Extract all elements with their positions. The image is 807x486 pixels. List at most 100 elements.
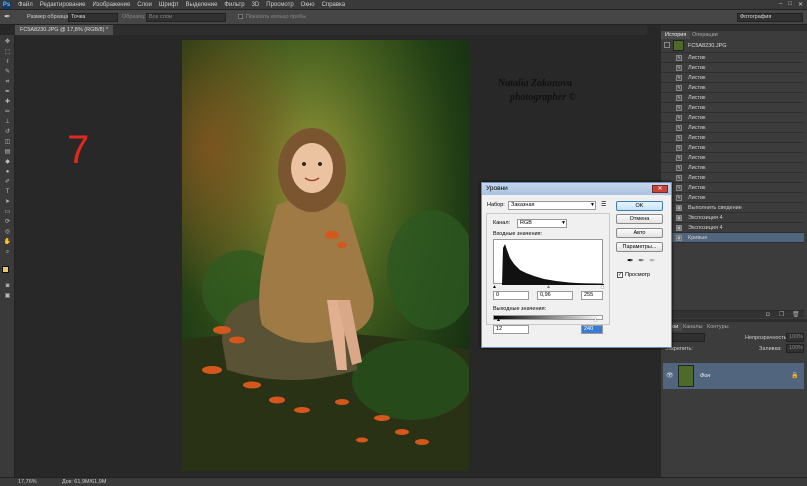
history-item[interactable]: ▦ Экспозиция 4 <box>661 223 804 233</box>
workspace-select[interactable]: Фотография <box>737 13 803 22</box>
zoom-level[interactable]: 17,76% <box>18 478 37 486</box>
preset-select[interactable]: Заказная <box>508 201 596 210</box>
layer-row-background[interactable]: 👁 Фон 🔒 <box>663 363 804 389</box>
zoom-tool-icon[interactable]: ⌕ <box>3 249 12 256</box>
history-item-active[interactable]: ▦ Кривые <box>661 233 804 243</box>
pen-tool-icon[interactable]: ✐ <box>3 179 12 186</box>
menu-type[interactable]: Шрифт <box>159 1 179 9</box>
auto-button[interactable]: Авто <box>616 228 663 238</box>
quick-select-tool-icon[interactable]: ✎ <box>3 69 12 76</box>
input-black-slider[interactable]: ▲ <box>492 284 497 290</box>
history-item[interactable]: ▦ Экспозиция 4 <box>661 213 804 223</box>
visibility-eye-icon[interactable]: 👁 <box>666 372 674 380</box>
snapshot-source-icon[interactable] <box>664 42 670 48</box>
history-item[interactable]: ▦ Выполнить сведение <box>661 203 804 213</box>
history-item[interactable]: ✎ Листик <box>661 173 804 183</box>
trash-icon[interactable]: 🗑 <box>792 311 800 319</box>
history-item[interactable]: ✎ Листик <box>661 163 804 173</box>
eyedropper-icon[interactable]: ✒ <box>4 12 11 22</box>
menu-edit[interactable]: Редактирование <box>40 1 86 9</box>
output-white-field[interactable]: 240 <box>581 325 603 334</box>
cancel-button[interactable]: Отмена <box>616 214 663 224</box>
gray-point-eyedropper-icon[interactable]: ✒ <box>638 256 645 266</box>
show-ring-checkbox[interactable] <box>238 14 243 19</box>
new-snapshot-icon[interactable]: ◘ <box>766 311 770 319</box>
menu-window[interactable]: Окно <box>301 1 315 9</box>
3d-tool-icon[interactable]: ⟳ <box>3 219 12 226</box>
document-tab[interactable]: FC5A8230.JPG @ 17,8% (RGB/8) * <box>15 25 114 35</box>
history-item[interactable]: ✎ Листик <box>661 133 804 143</box>
gradient-tool-icon[interactable]: ▤ <box>3 149 12 156</box>
shape-tool-icon[interactable]: ▭ <box>3 209 12 216</box>
clone-stamp-tool-icon[interactable]: ⊥ <box>3 119 12 126</box>
options-button[interactable]: Параметры... <box>616 242 663 252</box>
input-gamma-slider[interactable]: ▲ <box>546 284 551 290</box>
crop-tool-icon[interactable]: ⌗ <box>3 79 12 86</box>
path-select-tool-icon[interactable]: ➤ <box>3 199 12 206</box>
new-document-icon[interactable]: ❐ <box>779 311 784 319</box>
history-item[interactable]: ✎ Листик <box>661 53 804 63</box>
3d-camera-tool-icon[interactable]: ◎ <box>3 229 12 236</box>
menu-image[interactable]: Изображение <box>92 1 130 9</box>
document-image[interactable] <box>182 40 469 471</box>
move-tool-icon[interactable]: ✥ <box>3 39 12 46</box>
dodge-tool-icon[interactable]: ● <box>3 169 12 176</box>
input-black-field[interactable]: 0 <box>493 291 529 300</box>
history-item[interactable]: ✎ Листик <box>661 143 804 153</box>
menu-file[interactable]: Файл <box>18 1 33 9</box>
white-point-eyedropper-icon[interactable]: ✒ <box>649 256 656 266</box>
screen-mode-icon[interactable]: ▣ <box>3 293 12 300</box>
tab-actions[interactable]: Операции <box>688 31 722 39</box>
history-item[interactable]: ✎ Листик <box>661 63 804 73</box>
minimize-icon[interactable]: – <box>779 1 782 8</box>
quick-mask-icon[interactable]: ◙ <box>3 283 12 290</box>
history-brush-tool-icon[interactable]: ↺ <box>3 129 12 136</box>
history-item[interactable]: ✎ Листик <box>661 113 804 123</box>
opacity-input[interactable]: 100% <box>786 333 804 342</box>
menu-view[interactable]: Просмотр <box>266 1 293 9</box>
eyedropper-tool-icon[interactable]: ✒ <box>3 89 12 96</box>
menu-help[interactable]: Справка <box>322 1 346 9</box>
tab-paths[interactable]: Контуры <box>703 323 733 331</box>
close-icon[interactable]: ✕ <box>798 1 803 8</box>
blur-tool-icon[interactable]: ◆ <box>3 159 12 166</box>
lasso-tool-icon[interactable]: ℓ <box>3 59 12 66</box>
brush-tool-icon[interactable]: ✏ <box>3 109 12 116</box>
channel-select[interactable]: RGB <box>517 219 567 228</box>
type-tool-icon[interactable]: T <box>3 189 12 196</box>
marquee-tool-icon[interactable]: ⬚ <box>3 49 12 56</box>
input-gamma-field[interactable]: 0,96 <box>537 291 573 300</box>
eraser-tool-icon[interactable]: ◫ <box>3 139 12 146</box>
history-item[interactable]: ✎ Листик <box>661 153 804 163</box>
hand-tool-icon[interactable]: ✋ <box>3 239 12 246</box>
history-item[interactable]: ✎ Листик <box>661 93 804 103</box>
fill-input[interactable]: 100% <box>786 344 804 353</box>
tab-history[interactable]: История <box>661 31 691 39</box>
history-item[interactable]: ✎ Листик <box>661 183 804 193</box>
history-item[interactable]: ✎ Листик <box>661 193 804 203</box>
history-item[interactable]: ✎ Листик <box>661 103 804 113</box>
healing-tool-icon[interactable]: ✚ <box>3 99 12 106</box>
maximize-icon[interactable]: □ <box>788 1 792 8</box>
sample-select[interactable]: Все слои <box>146 13 226 22</box>
history-snapshot[interactable]: FC5A8230.JPG <box>661 39 804 53</box>
menu-filter[interactable]: Фильтр <box>224 1 244 9</box>
black-point-eyedropper-icon[interactable]: ✒ <box>627 256 634 266</box>
menu-layers[interactable]: Слои <box>137 1 152 9</box>
foreground-color-swatch[interactable] <box>2 266 9 273</box>
input-white-field[interactable]: 255 <box>581 291 603 300</box>
history-item[interactable]: ✎ Листик <box>661 73 804 83</box>
sample-size-select[interactable]: Точка <box>68 13 118 22</box>
output-white-slider[interactable]: ▲ <box>593 317 598 323</box>
ok-button[interactable]: OK <box>616 201 663 211</box>
output-black-field[interactable]: 12 <box>493 325 529 334</box>
history-item[interactable]: ✎ Листик <box>661 123 804 133</box>
output-black-slider[interactable]: ▲ <box>496 317 501 323</box>
menu-3d[interactable]: 3D <box>252 1 260 9</box>
menu-select[interactable]: Выделение <box>186 1 218 9</box>
preview-checkbox[interactable]: ✓ <box>617 272 623 278</box>
dialog-close-button[interactable]: ✕ <box>652 185 668 193</box>
history-item[interactable]: ✎ Листик <box>661 83 804 93</box>
preset-options-icon[interactable]: ☰ <box>601 201 606 209</box>
input-white-slider[interactable]: ▲ <box>600 284 605 290</box>
